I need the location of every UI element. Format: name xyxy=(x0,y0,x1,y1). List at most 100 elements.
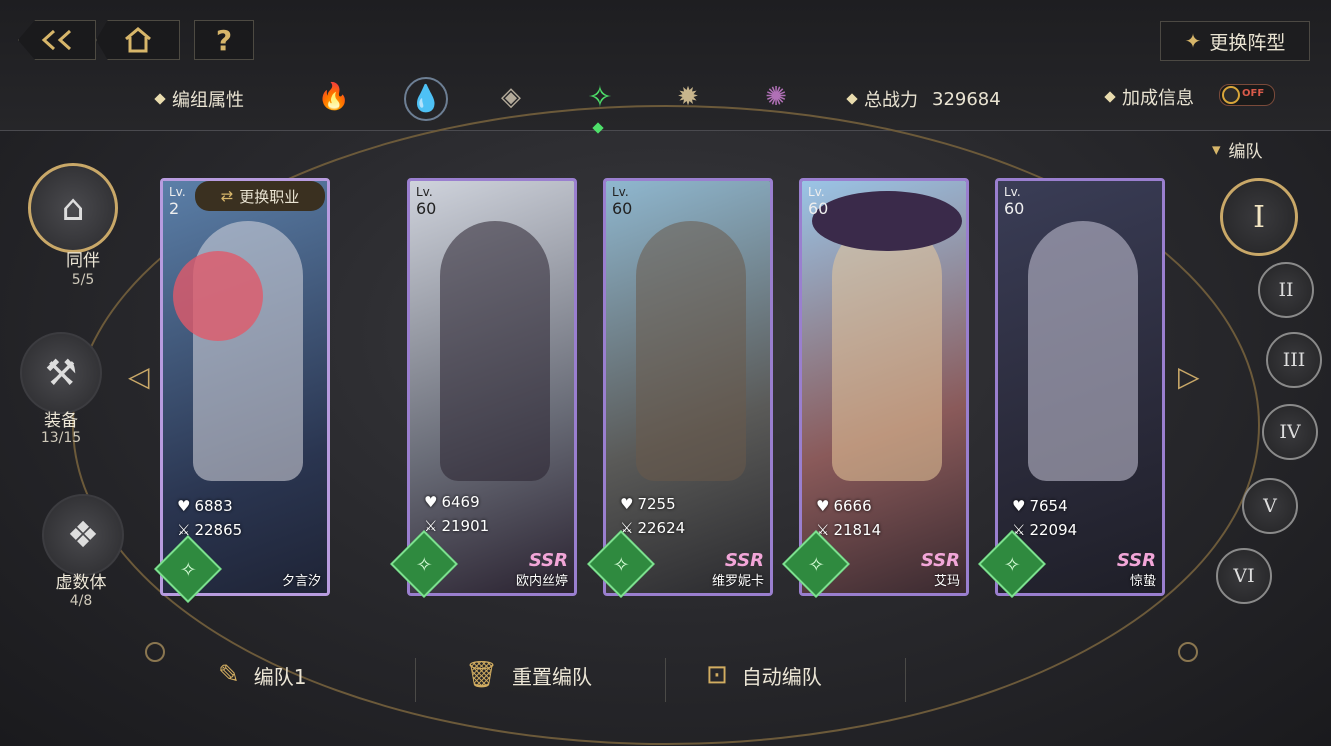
atk-value: 22094 xyxy=(1029,521,1078,539)
element-earth-icon[interactable]: ◈ xyxy=(491,77,531,117)
formation-icon: ✦ xyxy=(1184,29,1202,53)
group-attr-label-wrap: 编组属性 xyxy=(154,86,244,112)
level-label: Lv. xyxy=(416,185,433,199)
atk-value: 21901 xyxy=(441,517,490,535)
power-wrap: 总战力 329684 xyxy=(846,86,1001,112)
level-value: 60 xyxy=(416,199,437,218)
help-label: ? xyxy=(215,23,233,57)
character-name: 欧内丝婷 xyxy=(515,574,568,589)
character-name: 夕言汐 xyxy=(281,574,321,589)
auto-team-label: 自动编队 xyxy=(741,664,822,689)
change-formation-button[interactable]: ✦ 更换阵型 xyxy=(1160,21,1310,61)
element-fire-icon[interactable]: 🔥 xyxy=(314,77,354,117)
chevron-down-icon: ▾ xyxy=(1212,139,1221,160)
character-card-2[interactable]: Lv. 60 ♥ 6469 ⚔ 21901 SSR 欧内丝婷 xyxy=(407,178,577,596)
change-job-label: 更换职业 xyxy=(239,187,300,206)
power-label: 总战力 xyxy=(864,90,918,111)
help-button[interactable]: ? xyxy=(194,20,254,60)
element-dark-icon[interactable]: ✺ xyxy=(756,77,796,117)
level-label: Lv. xyxy=(612,185,629,199)
hp-value: 7654 xyxy=(1029,497,1068,515)
level-label: Lv. xyxy=(1004,185,1021,199)
divider xyxy=(905,658,906,702)
hp-stat: ♥ 6883 xyxy=(177,497,233,515)
heart-icon: ♥ xyxy=(424,493,438,511)
nav-equipment-button[interactable]: ⚒ xyxy=(20,332,102,414)
atk-stat: ⚔ 22624 xyxy=(620,519,685,537)
team-6-button[interactable]: VI xyxy=(1216,548,1272,604)
team-2-button[interactable]: II xyxy=(1258,262,1314,318)
rarity-badge: SSR xyxy=(724,550,764,571)
wind-icon: ✧ xyxy=(612,551,630,576)
team-1-button[interactable]: I xyxy=(1220,178,1298,256)
element-water-icon[interactable]: 💧 xyxy=(404,77,448,121)
nav-equipment-count: 13/15 xyxy=(40,430,82,446)
team-4-button[interactable]: IV xyxy=(1262,404,1318,460)
companion-icon: ⌂ xyxy=(61,187,85,229)
character-name: 维罗妮卡 xyxy=(711,574,764,589)
group-attr-label: 编组属性 xyxy=(172,90,244,111)
heart-icon: ♥ xyxy=(177,497,191,515)
character-card-3[interactable]: Lv. 60 ♥ 7255 ⚔ 22624 SSR 维罗妮卡 xyxy=(603,178,773,596)
hp-value: 6666 xyxy=(833,497,872,515)
diamond-icon xyxy=(846,93,858,105)
element-wind-icon[interactable]: ✧ xyxy=(580,77,620,117)
home-button[interactable] xyxy=(96,20,180,60)
rarity-badge: SSR xyxy=(528,550,568,571)
bonus-toggle[interactable]: OFF xyxy=(1219,84,1275,106)
trash-icon: 🗑 xyxy=(465,660,499,690)
character-card-4[interactable]: Lv. 60 ♥ 6666 ⚔ 21814 SSR 艾玛 xyxy=(799,178,969,596)
auto-team-button[interactable]: ⊡ 自动编队 xyxy=(706,660,822,690)
atk-stat: ⚔ 21814 xyxy=(816,521,881,539)
character-portrait xyxy=(832,221,942,481)
hp-stat: ♥ 6666 xyxy=(816,497,872,515)
atk-value: 21814 xyxy=(833,521,882,539)
toggle-knob xyxy=(1222,86,1240,104)
divider xyxy=(415,658,416,702)
rarity-badge: SSR xyxy=(920,550,960,571)
home-icon xyxy=(125,27,151,53)
nav-imaginary-count: 4/8 xyxy=(69,593,93,609)
rarity-badge: SSR xyxy=(1116,550,1156,571)
diamond-icon xyxy=(154,93,166,105)
reset-team-button[interactable]: 🗑 重置编队 xyxy=(465,660,592,690)
element-light-icon[interactable]: ✹ xyxy=(668,77,708,117)
character-portrait xyxy=(440,221,550,481)
team-label-wrap[interactable]: ▾ 编队 xyxy=(1212,137,1263,163)
level-value: 60 xyxy=(1004,199,1025,218)
character-hair xyxy=(173,251,263,341)
team-5-button[interactable]: V xyxy=(1242,478,1298,534)
reset-team-label: 重置编队 xyxy=(512,664,593,689)
nav-equipment-label: 装备 xyxy=(44,411,78,431)
wind-icon: ✧ xyxy=(1003,551,1021,576)
right-ornament-icon: ▷ xyxy=(1178,360,1200,393)
nav-companion-count: 5/5 xyxy=(71,272,95,288)
wind-icon: ✧ xyxy=(807,551,825,576)
bonus-label: 加成信息 xyxy=(1122,88,1194,109)
team-name-button[interactable]: ✎ 编队1 xyxy=(218,660,307,690)
atk-value: 22624 xyxy=(637,519,686,537)
ring-node xyxy=(145,642,165,662)
team-3-button[interactable]: III xyxy=(1266,332,1322,388)
hp-value: 6469 xyxy=(441,493,480,511)
character-name: 惊蛰 xyxy=(1129,574,1156,589)
atk-stat: ⚔ 22094 xyxy=(1012,521,1077,539)
character-card-1[interactable]: Lv. 2 ⇄ 更换职业 ♥ 6883 ⚔ 22865 夕言汐 xyxy=(160,178,330,596)
power-value: 329684 xyxy=(932,88,1001,110)
nav-imaginary-button[interactable]: ❖ xyxy=(42,494,124,576)
equipment-icon: ⚒ xyxy=(44,352,78,394)
nav-companion-button[interactable]: ⌂ xyxy=(28,163,118,253)
change-job-button[interactable]: ⇄ 更换职业 xyxy=(195,181,325,211)
character-card-5[interactable]: Lv. 60 ♥ 7654 ⚔ 22094 SSR 惊蛰 xyxy=(995,178,1165,596)
quill-icon: ✎ xyxy=(218,660,240,690)
level-value: 60 xyxy=(612,199,633,218)
character-hat xyxy=(812,191,962,251)
imaginary-icon: ❖ xyxy=(66,514,100,556)
character-portrait xyxy=(636,221,746,481)
character-name: 艾玛 xyxy=(933,574,960,589)
hp-value: 6883 xyxy=(194,497,233,515)
level-value: 60 xyxy=(808,199,829,218)
bonus-wrap: 加成信息 xyxy=(1104,84,1194,110)
hp-value: 7255 xyxy=(637,495,676,513)
left-ornament-icon: ◁ xyxy=(128,360,150,393)
